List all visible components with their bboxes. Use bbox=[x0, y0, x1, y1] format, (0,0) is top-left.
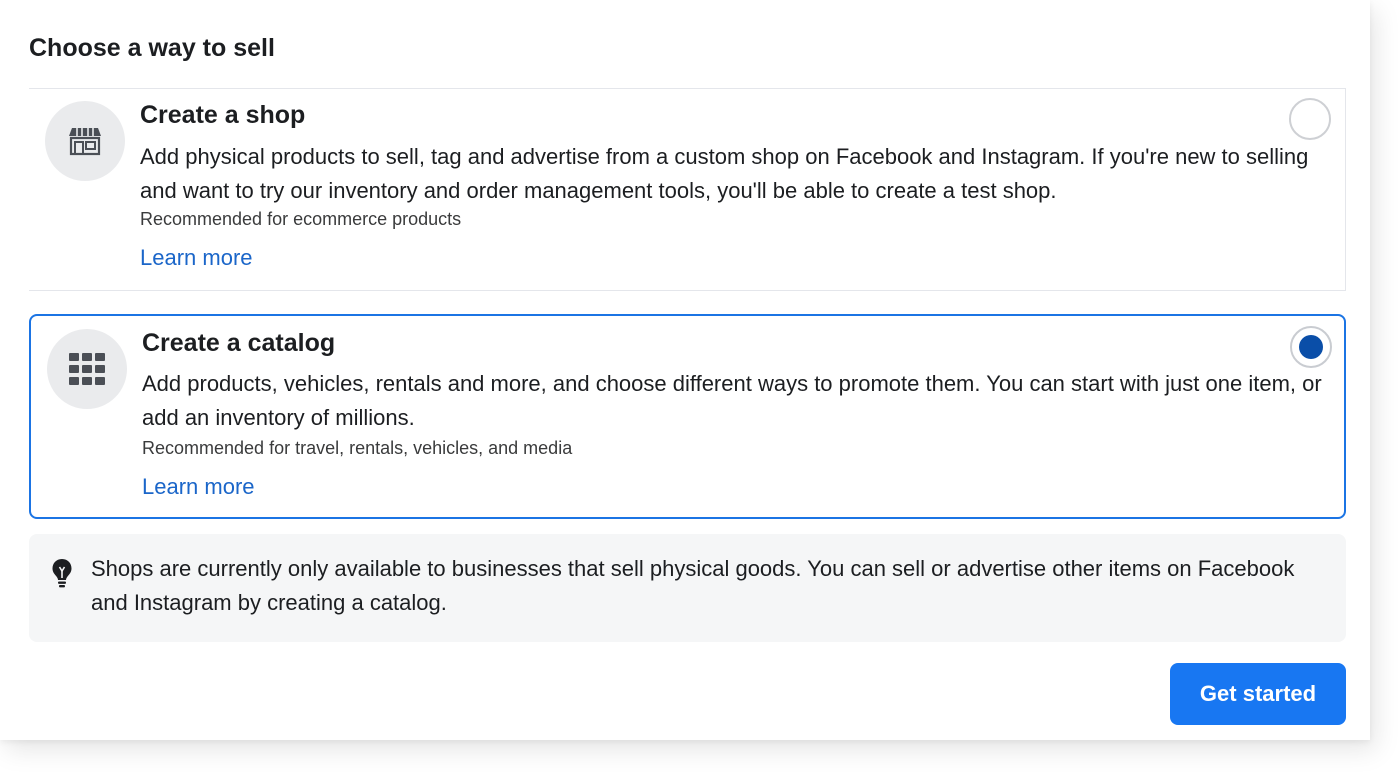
option-description: Add products, vehicles, rentals and more… bbox=[142, 371, 1322, 430]
notice-text: Shops are currently only available to bu… bbox=[91, 556, 1295, 615]
learn-more-link[interactable]: Learn more bbox=[142, 474, 255, 500]
storefront-icon bbox=[45, 101, 125, 181]
option-create-catalog[interactable]: Create a catalog Add products, vehicles,… bbox=[29, 314, 1346, 519]
learn-more-link[interactable]: Learn more bbox=[140, 245, 253, 271]
option-recommendation: Recommended for travel, rentals, vehicle… bbox=[142, 438, 573, 458]
get-started-button[interactable]: Get started bbox=[1170, 663, 1346, 725]
radio-create-shop[interactable] bbox=[1289, 98, 1331, 140]
radio-create-catalog[interactable] bbox=[1290, 326, 1332, 368]
option-description: Add physical products to sell, tag and a… bbox=[140, 144, 1309, 203]
option-title: Create a shop bbox=[140, 101, 306, 129]
option-title: Create a catalog bbox=[142, 329, 336, 357]
option-recommendation: Recommended for ecommerce products bbox=[140, 209, 462, 229]
grid-icon bbox=[47, 329, 127, 409]
lightbulb-icon bbox=[51, 558, 73, 588]
dialog-title: Choose a way to sell bbox=[29, 34, 275, 62]
choose-selling-method-dialog: Choose a way to sell Create a shop Add p… bbox=[0, 0, 1370, 740]
option-create-shop[interactable]: Create a shop Add physical products to s… bbox=[29, 88, 1346, 291]
info-notice: Shops are currently only available to bu… bbox=[29, 534, 1346, 642]
